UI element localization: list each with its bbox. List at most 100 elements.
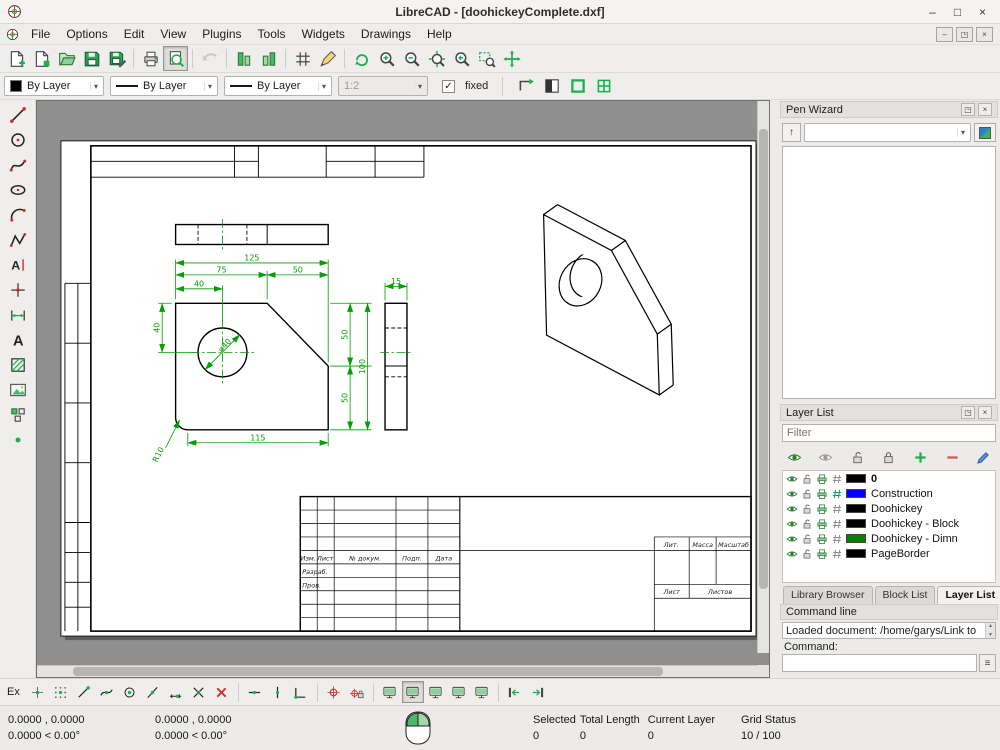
redraw-button[interactable] <box>349 46 374 71</box>
pen-wizard-color-button[interactable] <box>974 123 996 142</box>
layer-row[interactable]: 0 <box>783 471 995 486</box>
layer-row[interactable]: Construction <box>783 486 995 501</box>
layer-color-swatch[interactable] <box>846 474 866 483</box>
dock-area-floating-button[interactable] <box>471 681 493 703</box>
lock-relative-zero-button[interactable] <box>346 681 368 703</box>
dock-splitter[interactable] <box>770 100 778 678</box>
add-layer-button[interactable] <box>910 446 932 468</box>
horizontal-scrollbar-thumb[interactable] <box>73 667 663 676</box>
tab-layer-list[interactable]: Layer List <box>937 586 1000 604</box>
layer-color-swatch[interactable] <box>846 519 866 528</box>
layer-print-icon[interactable] <box>816 548 828 560</box>
open-drawing-button[interactable] <box>54 46 79 71</box>
layer-lock-icon[interactable] <box>801 548 813 560</box>
layer-print-icon[interactable] <box>816 503 828 515</box>
zoom-out-button[interactable] <box>399 46 424 71</box>
dock-area-top-button[interactable] <box>425 681 447 703</box>
grid-toggle-button[interactable] <box>290 46 315 71</box>
order-top-button[interactable] <box>256 46 281 71</box>
ellipse-tool-button[interactable] <box>4 178 32 202</box>
layer-construction-icon[interactable] <box>831 548 843 560</box>
order-bottom-button[interactable] <box>231 46 256 71</box>
command-keyboard-button[interactable]: ≡ <box>979 654 996 672</box>
snap-nothing-button[interactable] <box>211 681 233 703</box>
save-drawing-button[interactable] <box>79 46 104 71</box>
modify-layer-button[interactable] <box>973 446 995 468</box>
pen-linetype-select[interactable]: By Layer ▾ <box>224 76 332 96</box>
dock-area-bottom-button[interactable] <box>448 681 470 703</box>
toggle-right-dock-button[interactable] <box>527 681 549 703</box>
vertical-scrollbar-thumb[interactable] <box>759 129 768 589</box>
layer-print-icon[interactable] <box>816 518 828 530</box>
snap-center-button[interactable] <box>119 681 141 703</box>
pen-pick-tool-button[interactable] <box>4 428 32 452</box>
layer-visibility-icon[interactable] <box>786 548 798 560</box>
pen-palette-button[interactable] <box>591 74 616 99</box>
line-tool-button[interactable] <box>4 103 32 127</box>
vertical-scrollbar[interactable] <box>757 101 769 653</box>
hatch-tool-button[interactable] <box>4 353 32 377</box>
layer-construction-icon[interactable] <box>831 518 843 530</box>
layer-construction-icon[interactable] <box>831 473 843 485</box>
window-close-button[interactable]: × <box>970 2 995 21</box>
pen-wizard-close-button[interactable]: × <box>978 103 992 116</box>
layer-filter-input[interactable] <box>782 424 996 442</box>
pen-wizard-select[interactable]: ▾ <box>804 123 971 142</box>
layer-color-swatch[interactable] <box>846 534 866 543</box>
drawing-canvas[interactable]: 125 75 50 40 40 50 100 50 115 15 ⌀40 R10… <box>37 101 757 665</box>
draft-mode-button[interactable] <box>315 46 340 71</box>
toggle-left-dock-button[interactable] <box>504 681 526 703</box>
snap-endpoints-button[interactable] <box>73 681 95 703</box>
exclusive-snap-label[interactable]: Ex <box>7 686 20 698</box>
layer-row[interactable]: Doohickey - Block <box>783 516 995 531</box>
layer-lock-icon[interactable] <box>801 488 813 500</box>
document-close-button[interactable]: × <box>976 27 993 42</box>
new-drawing-button[interactable] <box>4 46 29 71</box>
pen-wizard-apply-button[interactable]: ↑ <box>782 123 801 142</box>
menu-widgets[interactable]: Widgets <box>294 25 353 43</box>
snap-distance-button[interactable] <box>165 681 187 703</box>
layer-construction-icon[interactable] <box>831 488 843 500</box>
snap-intersection-button[interactable] <box>188 681 210 703</box>
pen-wizard-float-button[interactable]: ◳ <box>961 103 975 116</box>
image-tool-button[interactable] <box>4 378 32 402</box>
layer-visibility-icon[interactable] <box>786 488 798 500</box>
restrict-orthogonal-button[interactable] <box>290 681 312 703</box>
dock-area-left-button[interactable] <box>379 681 401 703</box>
command-history[interactable]: Loaded document: /home/garys/Link to ▲ ▼ <box>782 622 996 639</box>
layer-lock-icon[interactable] <box>801 473 813 485</box>
layer-lock-icon[interactable] <box>801 503 813 515</box>
window-minimize-button[interactable]: – <box>920 2 945 21</box>
print-button[interactable] <box>138 46 163 71</box>
layer-print-icon[interactable] <box>816 488 828 500</box>
print-preview-button[interactable] <box>163 46 188 71</box>
layer-name[interactable]: PageBorder <box>871 548 930 560</box>
layer-row[interactable]: Doohickey <box>783 501 995 516</box>
undo-button[interactable] <box>197 46 222 71</box>
layer-color-swatch[interactable] <box>846 549 866 558</box>
snap-on-entity-button[interactable] <box>96 681 118 703</box>
restrict-vertical-button[interactable] <box>267 681 289 703</box>
unlock-all-layers-button[interactable] <box>846 446 868 468</box>
document-restore-button[interactable]: ◳ <box>956 27 973 42</box>
command-history-scrollbar[interactable]: ▲ ▼ <box>985 623 995 638</box>
layer-lock-icon[interactable] <box>801 518 813 530</box>
layer-lock-icon[interactable] <box>801 533 813 545</box>
pen-width-select[interactable]: By Layer ▾ <box>110 76 218 96</box>
layer-visibility-icon[interactable] <box>786 518 798 530</box>
window-zoom-button[interactable] <box>474 46 499 71</box>
menu-tools[interactable]: Tools <box>250 25 294 43</box>
layer-construction-icon[interactable] <box>831 503 843 515</box>
point-tool-button[interactable] <box>4 278 32 302</box>
pen-wizard-list[interactable] <box>782 146 996 399</box>
tab-block-list[interactable]: Block List <box>875 586 936 604</box>
dock-area-right-button[interactable] <box>402 681 424 703</box>
layer-print-icon[interactable] <box>816 533 828 545</box>
scroll-up-icon[interactable]: ▲ <box>988 623 993 629</box>
pen-color-select[interactable]: By Layer ▾ <box>4 76 104 96</box>
window-maximize-button[interactable]: □ <box>945 2 970 21</box>
layer-name[interactable]: Doohickey - Block <box>871 518 959 530</box>
save-drawing-as-button[interactable] <box>104 46 129 71</box>
menu-plugins[interactable]: Plugins <box>194 25 249 43</box>
layer-name[interactable]: Doohickey <box>871 503 922 515</box>
